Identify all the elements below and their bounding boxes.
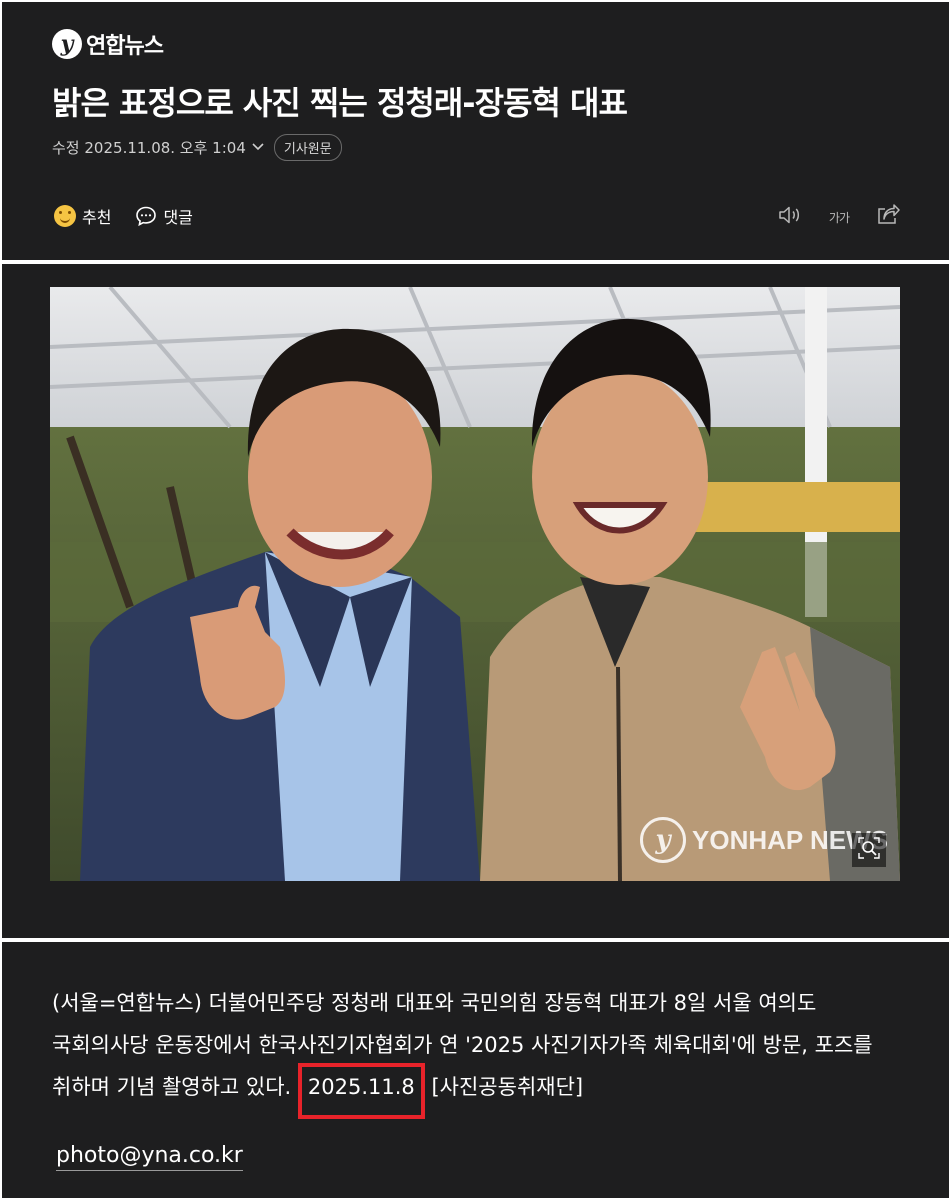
- chevron-down-icon[interactable]: [252, 140, 264, 155]
- original-article-button[interactable]: 기사원문: [273, 134, 342, 161]
- recommend-button[interactable]: 추천: [54, 204, 111, 228]
- article-headline: 밝은 표정으로 사진 찍는 정청래-장동혁 대표: [52, 84, 628, 122]
- yonhap-watermark: y YONHAP NEWS: [640, 817, 888, 863]
- speech-bubble-icon: [135, 205, 157, 227]
- recommend-label: 추천: [82, 208, 112, 227]
- article-photo[interactable]: y YONHAP NEWS: [50, 287, 900, 881]
- font-size-icon-label: 가가: [828, 211, 850, 225]
- reaction-bar: 추천 댓글: [54, 204, 193, 228]
- modified-label: 수정: [52, 139, 80, 157]
- zoom-button[interactable]: [852, 833, 886, 867]
- comment-label: 댓글: [163, 208, 193, 227]
- font-size-icon[interactable]: 가가: [828, 207, 850, 227]
- zoom-icon: [858, 837, 880, 863]
- yonhap-logo-icon: y: [52, 29, 82, 59]
- article-caption: (서울=연합뉴스) 더불어민주당 정청래 대표와 국민의힘 장동혁 대표가 8일…: [52, 982, 902, 1119]
- logo-text: 연합뉴스: [86, 34, 164, 59]
- caption-credit: [사진공동취재단]: [424, 1075, 584, 1099]
- yonhap-logo[interactable]: y 연합뉴스: [52, 28, 164, 60]
- smile-icon: [54, 205, 76, 227]
- highlighted-date: 2025.11.8: [297, 1063, 425, 1119]
- speaker-icon[interactable]: [777, 204, 803, 230]
- modified-datetime: 2025.11.08. 오후 1:04: [84, 139, 246, 157]
- toolbar-right: 가가: [777, 204, 901, 230]
- yonhap-watermark-icon: y: [640, 817, 686, 863]
- reporter-email-link[interactable]: photo@yna.co.kr: [56, 1143, 243, 1171]
- article-meta: 수정 2025.11.08. 오후 1:04 기사원문: [52, 134, 342, 161]
- modified-info[interactable]: 수정 2025.11.08. 오후 1:04: [52, 137, 246, 158]
- share-icon[interactable]: [875, 204, 901, 230]
- comment-button[interactable]: 댓글: [135, 204, 193, 228]
- photo-illustration: [50, 287, 900, 881]
